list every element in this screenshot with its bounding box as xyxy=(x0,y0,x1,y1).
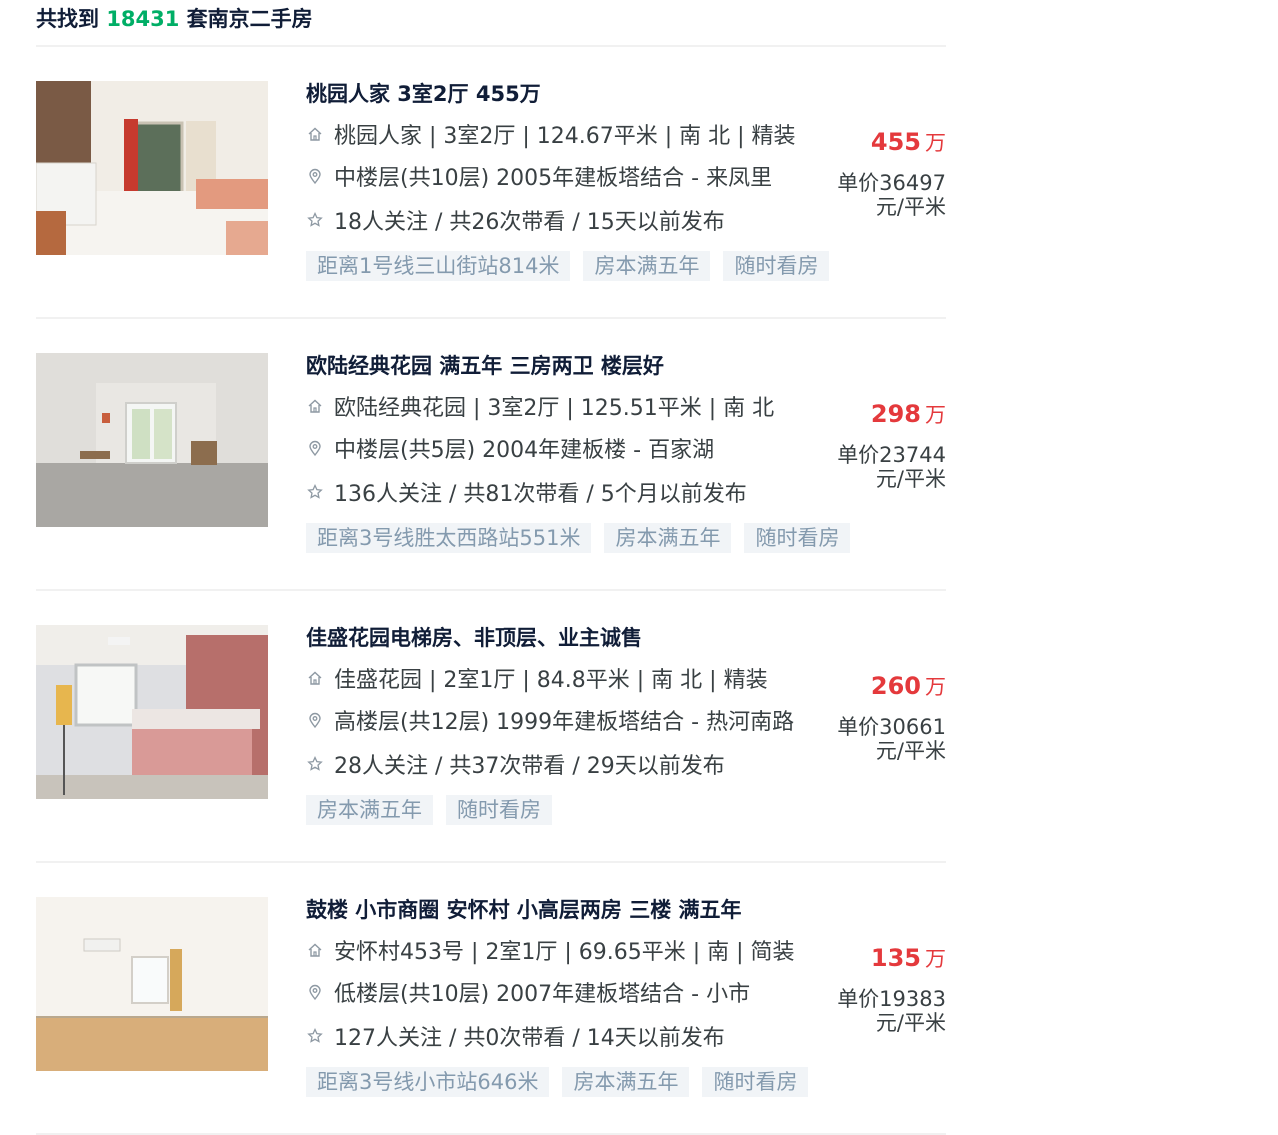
tag-list: 距离3号线小市站646米 房本满五年 随时看房 xyxy=(306,1067,821,1097)
star-icon xyxy=(306,479,328,511)
unit-price-unit: 元/平米 xyxy=(875,467,946,491)
unit-price: 单价19383 元/平米 xyxy=(806,987,946,1035)
unit-price-value: 单价36497 xyxy=(837,171,946,195)
house-icon xyxy=(306,121,328,153)
tag: 距离3号线胜太西路站551米 xyxy=(306,523,592,553)
position-info-text[interactable]: 低楼层(共10层) 2007年建板塔结合 - 小市 xyxy=(334,982,750,1007)
total-price-value: 260 xyxy=(870,672,921,700)
listing-list: 桃园人家 3室2厅 455万 桃园人家 | 3室2厅 | 124.67平米 | … xyxy=(36,47,946,1135)
house-icon xyxy=(306,665,328,697)
star-icon xyxy=(306,1023,328,1055)
listing-photo[interactable] xyxy=(36,81,268,255)
follow-info: 127人关注 / 共0次带看 / 14天以前发布 xyxy=(306,1023,816,1055)
listing-item-2: 欧陆经典花园 满五年 三房两卫 楼层好 欧陆经典花园 | 3室2厅 | 125.… xyxy=(36,319,946,591)
unit-price: 单价23744 元/平米 xyxy=(806,443,946,491)
total-price-unit: 万 xyxy=(925,675,946,699)
listing-title[interactable]: 佳盛花园电梯房、非顶层、业主诚售 xyxy=(306,621,826,655)
listing-item-4: 鼓楼 小市商圈 安怀村 小高层两房 三楼 满五年 安怀村453号 | 2室1厅 … xyxy=(36,863,946,1135)
results-count: 18431 xyxy=(106,7,180,31)
total-price: 298 万 xyxy=(871,399,946,430)
tag-list: 距离3号线胜太西路站551米 房本满五年 随时看房 xyxy=(306,523,863,553)
follow-info: 136人关注 / 共81次带看 / 5个月以前发布 xyxy=(306,479,816,511)
tag-list: 房本满五年 随时看房 xyxy=(306,795,565,825)
listing-title[interactable]: 桃园人家 3室2厅 455万 xyxy=(306,77,826,111)
tag: 随时看房 xyxy=(446,795,552,825)
follow-info-text: 127人关注 / 共0次带看 / 14天以前发布 xyxy=(334,1026,725,1051)
listing-photo[interactable] xyxy=(36,625,268,799)
house-info-text[interactable]: 安怀村453号 | 2室1厅 | 69.65平米 | 南 | 简装 xyxy=(334,940,795,965)
house-icon xyxy=(306,393,328,425)
location-pin-icon xyxy=(306,707,328,739)
location-pin-icon xyxy=(306,979,328,1011)
location-pin-icon xyxy=(306,163,328,195)
listing-title[interactable]: 鼓楼 小市商圈 安怀村 小高层两房 三楼 满五年 xyxy=(306,893,826,927)
listing-title[interactable]: 欧陆经典花园 满五年 三房两卫 楼层好 xyxy=(306,349,826,383)
tag-list: 距离1号线三山街站814米 房本满五年 随时看房 xyxy=(306,251,842,281)
position-info-text[interactable]: 中楼层(共10层) 2005年建板塔结合 - 来凤里 xyxy=(334,166,772,191)
tag: 随时看房 xyxy=(744,523,851,553)
unit-price-value: 单价30661 xyxy=(837,715,946,739)
results-suffix: 套南京二手房 xyxy=(179,7,313,31)
house-info: 桃园人家 | 3室2厅 | 124.67平米 | 南 北 | 精装 xyxy=(306,121,816,153)
position-info: 低楼层(共10层) 2007年建板塔结合 - 小市 xyxy=(306,979,816,1011)
house-info: 欧陆经典花园 | 3室2厅 | 125.51平米 | 南 北 xyxy=(306,393,816,425)
total-price: 135 万 xyxy=(871,943,946,974)
unit-price-value: 单价19383 xyxy=(837,987,946,1011)
location-pin-icon xyxy=(306,435,328,467)
unit-price-value: 单价23744 xyxy=(837,443,946,467)
tag: 房本满五年 xyxy=(604,523,732,553)
position-info: 中楼层(共10层) 2005年建板塔结合 - 来凤里 xyxy=(306,163,816,195)
total-price: 260 万 xyxy=(871,671,946,702)
position-info: 中楼层(共5层) 2004年建板楼 - 百家湖 xyxy=(306,435,816,467)
tag: 随时看房 xyxy=(702,1067,809,1097)
total-price: 455 万 xyxy=(871,127,946,158)
follow-info-text: 18人关注 / 共26次带看 / 15天以前发布 xyxy=(334,210,725,235)
listing-item-3: 佳盛花园电梯房、非顶层、业主诚售 佳盛花园 | 2室1厅 | 84.8平米 | … xyxy=(36,591,946,863)
star-icon xyxy=(306,751,328,783)
position-info-text[interactable]: 中楼层(共5层) 2004年建板楼 - 百家湖 xyxy=(334,438,714,463)
unit-price-unit: 元/平米 xyxy=(875,1011,946,1035)
total-price-unit: 万 xyxy=(925,947,946,971)
total-price-value: 135 xyxy=(870,944,921,972)
total-price-unit: 万 xyxy=(925,131,946,155)
listing-photo[interactable] xyxy=(36,897,268,1071)
tag: 房本满五年 xyxy=(583,251,711,281)
listing-photo[interactable] xyxy=(36,353,268,527)
follow-info-text: 136人关注 / 共81次带看 / 5个月以前发布 xyxy=(334,482,747,507)
house-info-text[interactable]: 桃园人家 | 3室2厅 | 124.67平米 | 南 北 | 精装 xyxy=(334,124,796,149)
house-icon xyxy=(306,937,328,969)
unit-price-unit: 元/平米 xyxy=(875,195,946,219)
unit-price: 单价36497 元/平米 xyxy=(806,171,946,219)
tag: 随时看房 xyxy=(723,251,830,281)
total-price-value: 298 xyxy=(870,400,921,428)
house-info: 佳盛花园 | 2室1厅 | 84.8平米 | 南 北 | 精装 xyxy=(306,665,816,697)
follow-info: 18人关注 / 共26次带看 / 15天以前发布 xyxy=(306,207,816,239)
results-prefix: 共找到 xyxy=(36,7,107,31)
total-price-unit: 万 xyxy=(925,403,946,427)
total-price-value: 455 xyxy=(870,128,921,156)
tag: 房本满五年 xyxy=(562,1067,690,1097)
follow-info-text: 28人关注 / 共37次带看 / 29天以前发布 xyxy=(334,754,725,779)
unit-price-unit: 元/平米 xyxy=(875,739,946,763)
unit-price: 单价30661 元/平米 xyxy=(806,715,946,763)
results-header: 共找到 18431 套南京二手房 xyxy=(36,0,946,47)
house-info-text[interactable]: 佳盛花园 | 2室1厅 | 84.8平米 | 南 北 | 精装 xyxy=(334,668,768,693)
star-icon xyxy=(306,207,328,239)
tag: 距离1号线三山街站814米 xyxy=(306,251,571,281)
tag: 距离3号线小市站646米 xyxy=(306,1067,550,1097)
follow-info: 28人关注 / 共37次带看 / 29天以前发布 xyxy=(306,751,816,783)
position-info-text[interactable]: 高楼层(共12层) 1999年建板塔结合 - 热河南路 xyxy=(334,710,794,735)
position-info: 高楼层(共12层) 1999年建板塔结合 - 热河南路 xyxy=(306,707,816,739)
listing-item-1: 桃园人家 3室2厅 455万 桃园人家 | 3室2厅 | 124.67平米 | … xyxy=(36,47,946,319)
tag: 房本满五年 xyxy=(306,795,433,825)
house-info: 安怀村453号 | 2室1厅 | 69.65平米 | 南 | 简装 xyxy=(306,937,816,969)
house-info-text[interactable]: 欧陆经典花园 | 3室2厅 | 125.51平米 | 南 北 xyxy=(334,396,774,421)
